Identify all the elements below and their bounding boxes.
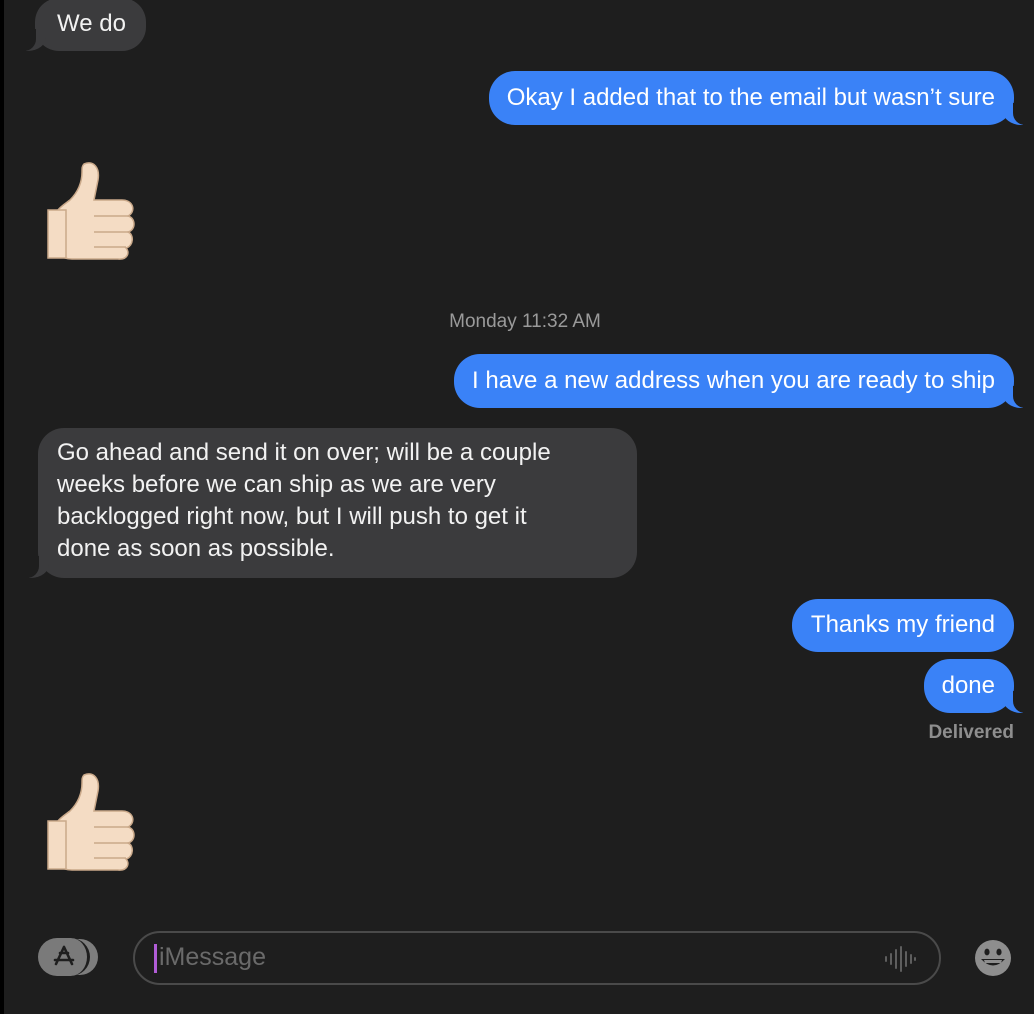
thumbs-up-icon	[47, 162, 135, 260]
audio-waveform-icon[interactable]	[883, 946, 917, 972]
message-text: done	[941, 672, 995, 699]
incoming-message-bubble[interactable]: We do	[16, 0, 146, 51]
message-text: We do	[57, 10, 126, 37]
text-caret	[154, 944, 157, 973]
message-text: Thanks my friend	[810, 611, 995, 638]
smiley-face-icon	[975, 940, 1011, 976]
message-input-placeholder: iMessage	[159, 943, 266, 971]
message-transcript: We do Okay I added that to the email but…	[0, 0, 1034, 915]
message-timestamp: Monday 11:32 AM	[449, 311, 601, 332]
message-text: I have a new address when you are ready …	[472, 367, 995, 394]
app-store-icon	[38, 938, 90, 976]
outgoing-message-bubble[interactable]: Okay I added that to the email but wasn’…	[488, 71, 1033, 125]
message-input[interactable]: iMessage	[133, 931, 941, 985]
bubble-tail	[1003, 386, 1033, 408]
message-composer: iMessage	[0, 915, 1034, 1014]
outgoing-message-bubble[interactable]: I have a new address when you are ready …	[454, 354, 1033, 408]
bubble-tail	[16, 29, 46, 51]
message-text-line: done as soon as possible.	[57, 535, 335, 562]
message-text-line: Go ahead and send it on over; will be a …	[57, 439, 551, 466]
thumbs-up-emoji[interactable]	[42, 160, 138, 260]
emoji-button[interactable]	[973, 938, 1013, 978]
delivery-status: Delivered	[928, 722, 1014, 743]
bubble-tail	[19, 556, 49, 578]
thumbs-up-icon	[47, 773, 135, 871]
thumbs-up-emoji[interactable]	[42, 771, 138, 871]
incoming-message-bubble[interactable]: Go ahead and send it on over; will be a …	[19, 428, 637, 578]
outgoing-message-bubble[interactable]: done	[923, 659, 1033, 713]
apps-button[interactable]	[38, 938, 98, 976]
bubble-tail	[1003, 691, 1033, 713]
message-text-line: weeks before we can ship as we are very	[57, 471, 496, 498]
outgoing-message-bubble[interactable]: Thanks my friend	[791, 599, 1014, 652]
message-text: Okay I added that to the email but wasn’…	[506, 84, 995, 111]
bubble-tail	[1003, 103, 1033, 125]
message-text-line: backlogged right now, but I will push to…	[57, 503, 527, 530]
